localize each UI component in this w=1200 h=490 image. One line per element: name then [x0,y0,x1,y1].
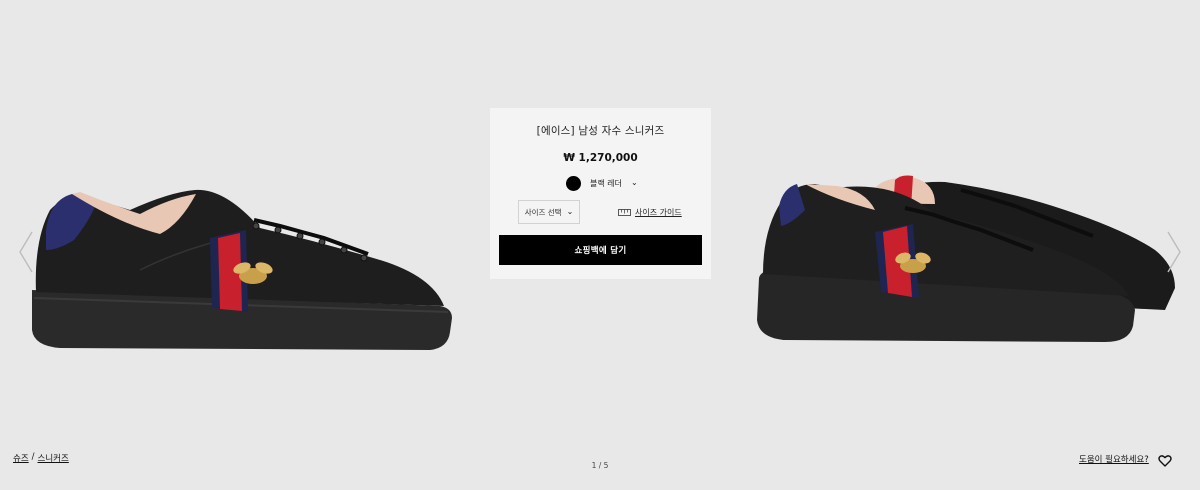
product-info-card: [에이스] 남성 자수 스니커즈 ₩ 1,270,000 블랙 레더 ⌄ 사이즈… [490,108,711,279]
product-viewer: [에이스] 남성 자수 스니커즈 ₩ 1,270,000 블랙 레더 ⌄ 사이즈… [0,0,1200,490]
chevron-down-icon: ⌄ [630,178,638,187]
size-guide-link[interactable]: 사이즈 가이드 [618,206,682,218]
color-swatch [566,175,581,191]
add-to-bag-button[interactable]: 쇼핑백에 담기 [499,235,702,265]
product-image-angle-view [745,170,1185,355]
help-link[interactable]: 도움이 필요하세요? [1079,453,1149,465]
product-image-side-view [20,180,460,360]
next-image-button[interactable] [1162,228,1186,276]
color-label: 블랙 레더 [590,178,622,188]
image-pager: 1 / 5 [591,461,609,470]
product-title: [에이스] 남성 자수 스니커즈 [536,125,665,137]
breadcrumb-item-shoes[interactable]: 슈즈 [13,452,29,464]
size-guide-label: 사이즈 가이드 [635,207,682,217]
wishlist-button[interactable] [1158,454,1172,468]
ruler-icon [618,208,631,216]
breadcrumb: 슈즈 / 스니커즈 [13,452,69,464]
chevron-down-icon: ⌄ [566,207,574,216]
breadcrumb-item-sneakers[interactable]: 스니커즈 [38,452,69,464]
breadcrumb-separator: / [31,452,35,462]
color-selector[interactable]: 블랙 레더 ⌄ [566,175,638,191]
product-price: ₩ 1,270,000 [563,152,638,164]
heart-icon [1158,455,1172,467]
size-select[interactable]: 사이즈 선택 ⌄ [518,200,580,224]
size-select-value: 사이즈 선택 [524,207,562,217]
chevron-right-icon [1167,231,1181,273]
